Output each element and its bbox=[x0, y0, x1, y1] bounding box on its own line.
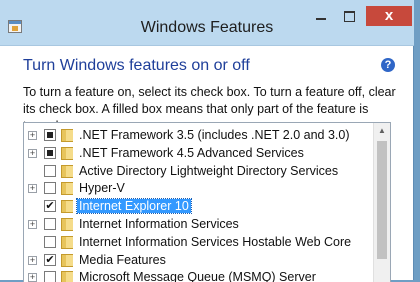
folder-icon bbox=[61, 200, 73, 214]
folder-icon bbox=[61, 271, 73, 282]
plus-icon[interactable]: + bbox=[28, 131, 37, 140]
scrollbar-thumb[interactable] bbox=[377, 141, 387, 259]
vertical-scrollbar[interactable]: ▲ bbox=[373, 123, 390, 282]
feature-checkbox[interactable]: ✔ bbox=[44, 253, 56, 266]
feature-checkbox[interactable] bbox=[44, 271, 56, 282]
feature-row[interactable]: + Hyper-V bbox=[24, 180, 375, 197]
folder-icon bbox=[61, 253, 73, 267]
feature-checkbox[interactable] bbox=[44, 218, 56, 230]
feature-checkbox[interactable] bbox=[44, 129, 56, 141]
close-button[interactable]: x bbox=[366, 6, 412, 26]
feature-checkbox[interactable] bbox=[44, 182, 56, 195]
scroll-up-arrow-icon[interactable]: ▲ bbox=[374, 123, 390, 139]
feature-label[interactable]: .NET Framework 4.5 Advanced Services bbox=[77, 146, 306, 160]
plus-icon[interactable]: + bbox=[28, 255, 37, 265]
maximize-button[interactable] bbox=[336, 6, 363, 26]
feature-label[interactable]: Hyper-V bbox=[77, 181, 127, 195]
feature-label[interactable]: Internet Explorer 10 bbox=[76, 198, 192, 215]
plus-icon[interactable]: + bbox=[28, 148, 37, 158]
feature-label[interactable]: Active Directory Lightweight Directory S… bbox=[77, 164, 340, 178]
folder-icon bbox=[61, 164, 73, 178]
title-bar[interactable]: Windows Features x bbox=[0, 0, 414, 46]
feature-row[interactable]: + Microsoft Message Queue (MSMQ) Server bbox=[24, 269, 375, 282]
plus-icon[interactable]: + bbox=[28, 184, 37, 194]
plus-icon[interactable]: + bbox=[28, 273, 37, 282]
help-icon[interactable]: ? bbox=[381, 58, 395, 72]
feature-row[interactable]: + .NET Framework 3.5 (includes .NET 2.0 a… bbox=[24, 127, 375, 144]
feature-checkbox[interactable]: ✔ bbox=[44, 200, 56, 213]
folder-icon bbox=[61, 129, 73, 142]
folder-icon bbox=[61, 146, 73, 160]
features-tree[interactable]: + .NET Framework 3.5 (includes .NET 2.0 a… bbox=[23, 122, 391, 282]
folder-icon bbox=[61, 235, 73, 249]
feature-checkbox[interactable] bbox=[44, 146, 56, 159]
page-heading: Turn Windows features on or off bbox=[23, 57, 250, 74]
plus-icon[interactable]: + bbox=[28, 220, 37, 229]
folder-icon bbox=[61, 182, 73, 196]
feature-row[interactable]: Internet Information Services Hostable W… bbox=[24, 234, 375, 251]
feature-row[interactable]: + ✔ Media Features bbox=[24, 252, 375, 269]
feature-label[interactable]: Internet Information Services Hostable W… bbox=[77, 235, 353, 249]
feature-row[interactable]: Active Directory Lightweight Directory S… bbox=[24, 163, 375, 180]
feature-label[interactable]: Microsoft Message Queue (MSMQ) Server bbox=[77, 270, 318, 282]
feature-checkbox[interactable] bbox=[44, 164, 56, 177]
feature-row[interactable]: + .NET Framework 4.5 Advanced Services bbox=[24, 145, 375, 162]
minimize-button[interactable] bbox=[307, 6, 334, 26]
feature-checkbox[interactable] bbox=[44, 235, 56, 248]
feature-row[interactable]: ✔ Internet Explorer 10 bbox=[24, 198, 375, 215]
feature-label[interactable]: Media Features bbox=[77, 253, 168, 267]
feature-label[interactable]: .NET Framework 3.5 (includes .NET 2.0 an… bbox=[77, 128, 351, 142]
feature-label[interactable]: Internet Information Services bbox=[77, 217, 241, 231]
feature-row[interactable]: + Internet Information Services bbox=[24, 216, 375, 233]
windows-features-dialog: Windows Features x Turn Windows features… bbox=[0, 0, 414, 282]
folder-icon bbox=[61, 218, 73, 231]
